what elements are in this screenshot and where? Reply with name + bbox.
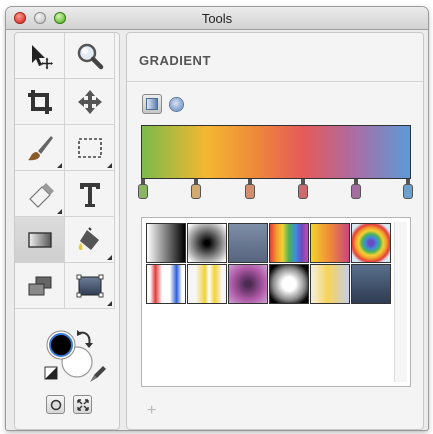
gradient-preset-swatch[interactable] bbox=[228, 223, 268, 263]
crop-icon bbox=[27, 89, 52, 114]
gradient-preset-swatch[interactable] bbox=[269, 264, 309, 304]
gradient-stop-handle[interactable] bbox=[298, 179, 308, 201]
gradient-preset-swatch[interactable] bbox=[146, 223, 186, 263]
gradient-preset-swatch[interactable] bbox=[351, 223, 391, 263]
gradient-preset-swatch[interactable] bbox=[351, 264, 391, 304]
arrow-move-icon bbox=[31, 44, 53, 69]
gradient-preset-swatch[interactable] bbox=[187, 264, 227, 304]
eyedropper-icon[interactable] bbox=[94, 366, 106, 378]
magnifier-icon bbox=[77, 43, 103, 69]
gradient-preset-swatch[interactable] bbox=[187, 223, 227, 263]
gradient-tool[interactable] bbox=[15, 217, 65, 263]
gradient-stop-handle[interactable] bbox=[245, 179, 255, 201]
brush-icon bbox=[27, 135, 53, 160]
marquee-tool[interactable] bbox=[65, 125, 115, 171]
paint-bucket-tool[interactable] bbox=[65, 217, 115, 263]
tool-options-indicator bbox=[107, 301, 112, 306]
crop-tool[interactable] bbox=[15, 79, 65, 125]
eraser-tool[interactable] bbox=[15, 171, 65, 217]
tool-palette bbox=[14, 32, 120, 430]
fullscreen-mode-button[interactable] bbox=[73, 395, 92, 414]
window-title: Tools bbox=[201, 11, 233, 26]
add-preset-button[interactable]: + bbox=[147, 402, 156, 420]
shapes-icon bbox=[28, 276, 51, 295]
gradient-panel: GRADIENT + bbox=[126, 32, 424, 430]
circle-mode-icon bbox=[50, 399, 61, 410]
linear-gradient-icon bbox=[146, 98, 158, 110]
gradient-preset-swatch[interactable] bbox=[310, 223, 350, 263]
gradient-preview-bar[interactable] bbox=[141, 125, 411, 179]
marquee-icon bbox=[77, 137, 102, 158]
gradient-stop-handle[interactable] bbox=[403, 179, 413, 201]
paint-bucket-icon bbox=[78, 226, 99, 250]
brush-tool[interactable] bbox=[15, 125, 65, 171]
transform-tool[interactable] bbox=[65, 263, 115, 309]
standard-mode-button[interactable] bbox=[46, 395, 65, 414]
zoom-tool[interactable] bbox=[65, 33, 115, 79]
default-colors-icon[interactable] bbox=[44, 366, 58, 380]
color-well bbox=[44, 330, 106, 382]
tool-options-indicator bbox=[107, 163, 112, 168]
tool-options-indicator bbox=[107, 255, 112, 260]
stop-color-chip bbox=[351, 184, 361, 199]
stop-color-chip bbox=[403, 184, 413, 199]
text-t-icon bbox=[79, 182, 100, 207]
shape-tool[interactable] bbox=[15, 263, 65, 309]
stop-color-chip bbox=[298, 184, 308, 199]
presets-scrollbar[interactable] bbox=[394, 222, 407, 382]
gradient-preset-swatch[interactable] bbox=[228, 264, 268, 304]
radial-gradient-button[interactable] bbox=[170, 98, 183, 111]
gradient-preset-swatch[interactable] bbox=[146, 264, 186, 304]
gradient-presets bbox=[141, 217, 411, 387]
text-tool[interactable] bbox=[65, 171, 115, 217]
gradient-stop-handle[interactable] bbox=[138, 179, 148, 201]
move-arrows-icon bbox=[77, 89, 102, 114]
gradient-stop-handle[interactable] bbox=[351, 179, 361, 201]
title-bar: Tools bbox=[6, 7, 428, 30]
tool-options-indicator bbox=[57, 163, 62, 168]
move-tool[interactable] bbox=[65, 79, 115, 125]
gradient-icon bbox=[27, 231, 52, 248]
gradient-preset-swatch[interactable] bbox=[310, 264, 350, 304]
stop-color-chip bbox=[245, 184, 255, 199]
selection-tool[interactable] bbox=[15, 33, 65, 79]
linear-gradient-button[interactable] bbox=[142, 94, 162, 114]
transform-icon bbox=[76, 274, 103, 297]
stop-color-chip bbox=[191, 184, 201, 199]
fullscreen-icon bbox=[76, 398, 89, 411]
gradient-stop-handle[interactable] bbox=[191, 179, 201, 201]
gradient-preset-swatch[interactable] bbox=[269, 223, 309, 263]
tool-options-indicator bbox=[57, 209, 62, 214]
eraser-icon bbox=[28, 182, 54, 208]
panel-title: GRADIENT bbox=[139, 53, 211, 68]
preset-grid bbox=[146, 223, 393, 304]
foreground-color-swatch[interactable] bbox=[49, 333, 73, 357]
panel-divider bbox=[127, 81, 423, 82]
stop-color-chip bbox=[138, 184, 148, 199]
